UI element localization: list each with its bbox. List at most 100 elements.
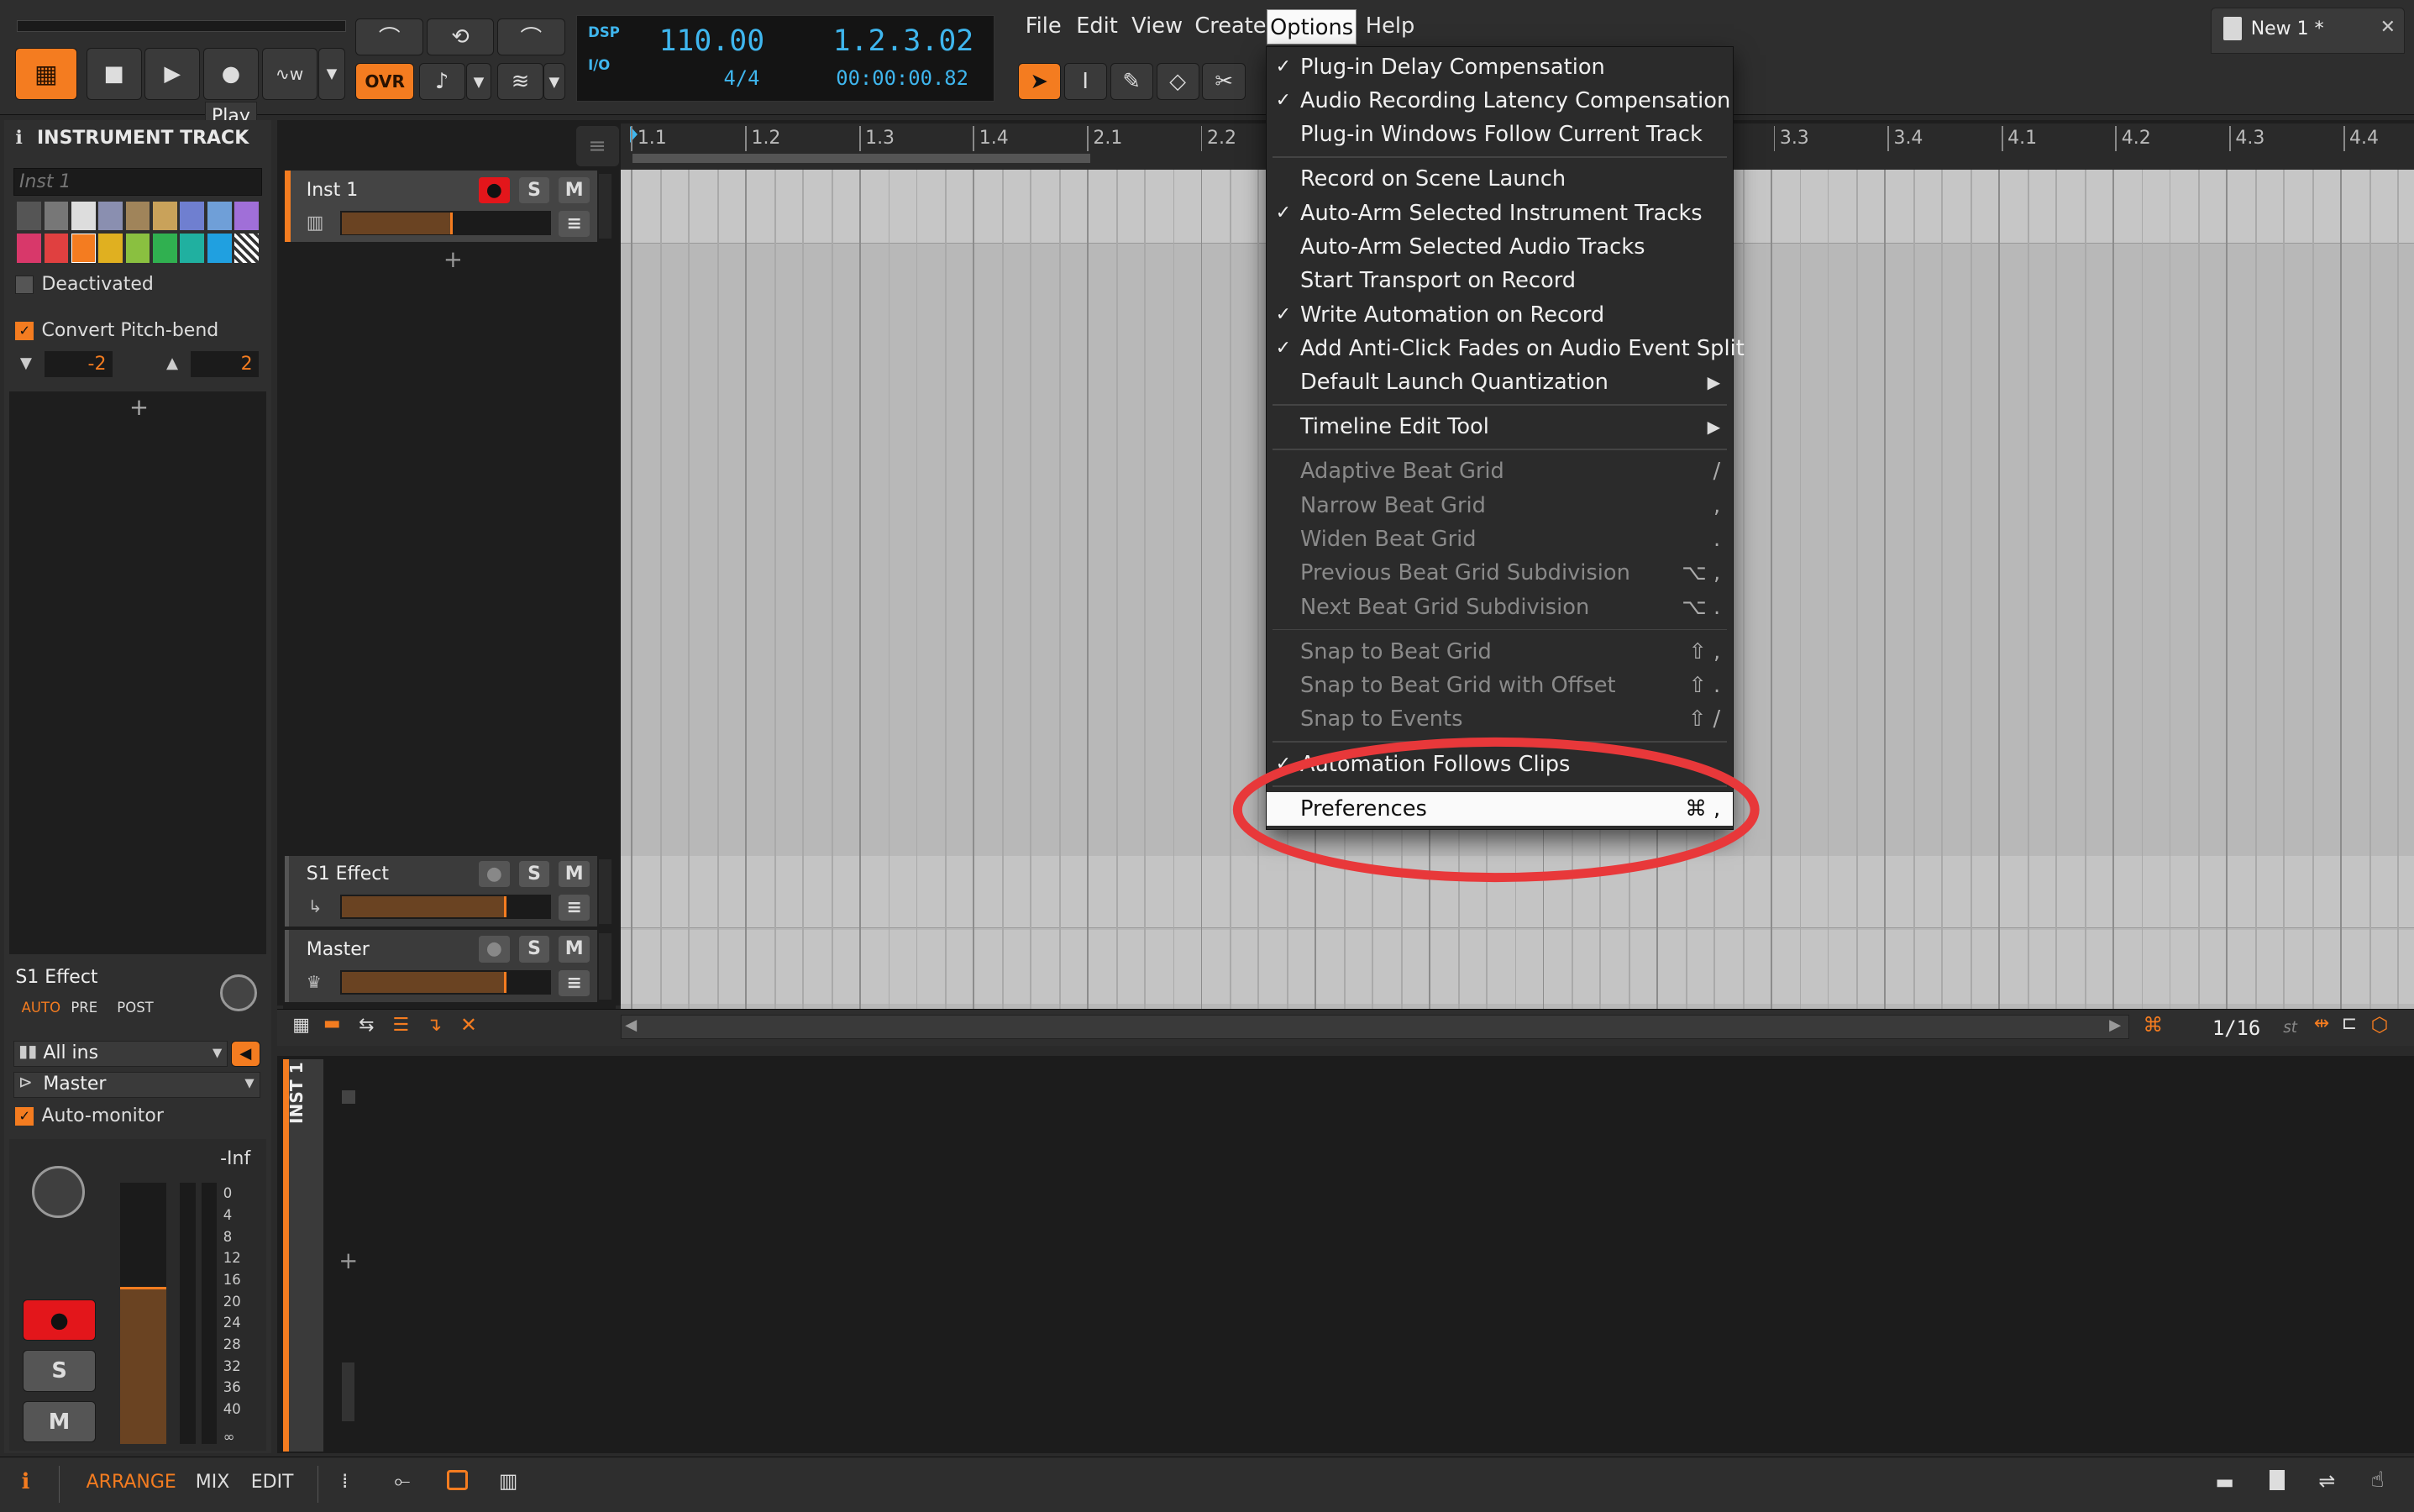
- s1-effect-solo-button[interactable]: S: [518, 860, 550, 887]
- view-arrange-tab[interactable]: ARRANGE: [87, 1472, 176, 1493]
- convert-pitchbend-checkbox[interactable]: ✓: [15, 322, 34, 341]
- menu-item[interactable]: ✓ Audio Recording Latency Compensation: [1267, 84, 1733, 118]
- menu-item[interactable]: Default Launch Quantization ▶: [1267, 365, 1733, 399]
- solo-button[interactable]: S: [23, 1350, 96, 1392]
- clip-view-icon[interactable]: ▦: [292, 1015, 310, 1036]
- track-height-icon[interactable]: ▬: [323, 1013, 341, 1034]
- groove-dropdown[interactable]: ▼: [543, 63, 565, 101]
- stop-button[interactable]: ■: [86, 47, 142, 101]
- groove-button[interactable]: ≋: [497, 63, 543, 101]
- tempo-display[interactable]: 110.00: [659, 24, 764, 58]
- clip-launcher-button[interactable]: ▦: [15, 47, 77, 101]
- send-mode-post[interactable]: POST: [117, 1000, 153, 1016]
- list-icon[interactable]: ☰: [392, 1015, 409, 1036]
- menu-item[interactable]: Plug-in Windows Follow Current Track: [1267, 118, 1733, 151]
- track-name-input[interactable]: [13, 167, 262, 196]
- view-edit-tab[interactable]: EDIT: [251, 1472, 294, 1493]
- zoom-icon[interactable]: ⊏: [2342, 1013, 2357, 1034]
- auto-monitor-checkbox[interactable]: ✓: [15, 1106, 34, 1126]
- time-position-display[interactable]: 00:00:00.82: [836, 66, 968, 90]
- master-scrollbar[interactable]: [598, 932, 611, 1000]
- view-mix-tab[interactable]: MIX: [196, 1472, 230, 1493]
- automation-write-button[interactable]: ∿w: [261, 47, 317, 101]
- position-slider[interactable]: [17, 19, 347, 33]
- metronome-dropdown[interactable]: ▼: [466, 63, 491, 101]
- play-button[interactable]: ▶: [144, 47, 201, 101]
- s1-effect-scrollbar[interactable]: [598, 858, 611, 924]
- menu-edit[interactable]: Edit: [1076, 13, 1118, 39]
- inst1-menu-button[interactable]: ≡: [559, 211, 590, 238]
- eraser-tool-button[interactable]: ◇: [1156, 63, 1199, 101]
- loop-region-bar[interactable]: [632, 154, 1090, 164]
- send-mode-auto[interactable]: AUTO: [22, 1000, 60, 1016]
- browser-folder-icon[interactable]: ▬: [2216, 1470, 2235, 1494]
- s1-effect-record-arm-button[interactable]: ●: [479, 860, 510, 887]
- menu-create[interactable]: Create: [1194, 13, 1266, 39]
- punch-out-button[interactable]: ⌒: [497, 18, 565, 55]
- pointer-tool-button[interactable]: ➤: [1017, 63, 1061, 101]
- pitchbend-down-field[interactable]: -2: [45, 350, 113, 378]
- add-device-icon[interactable]: +: [338, 1247, 358, 1274]
- menu-item[interactable]: Timeline Edit Tool ▶: [1267, 410, 1733, 444]
- device-chain-handle[interactable]: [341, 1362, 354, 1421]
- scroll-left-icon[interactable]: ◀: [625, 1016, 637, 1034]
- menu-help[interactable]: Help: [1366, 13, 1415, 39]
- track-record-arm-button[interactable]: ●: [23, 1299, 96, 1341]
- menu-item[interactable]: Auto-Arm Selected Audio Tracks: [1267, 230, 1733, 264]
- master-mute-button[interactable]: M: [559, 936, 590, 963]
- pan-knob[interactable]: [32, 1165, 85, 1218]
- menu-item[interactable]: Start Transport on Record: [1267, 264, 1733, 297]
- follow-icon[interactable]: ↴: [427, 1015, 442, 1036]
- monitor-speaker-button[interactable]: ◀: [230, 1041, 260, 1068]
- scroll-right-icon[interactable]: ▶: [2109, 1016, 2121, 1034]
- snap-icon[interactable]: ⌘: [2143, 1013, 2163, 1037]
- master-record-arm-button[interactable]: ●: [479, 936, 510, 963]
- punch-in-button[interactable]: ⌒: [355, 18, 424, 55]
- track-color-palette[interactable]: [17, 202, 259, 264]
- project-file-icon[interactable]: [2269, 1470, 2285, 1491]
- send-mode-pre[interactable]: PRE: [71, 1000, 97, 1016]
- master-menu-button[interactable]: ≡: [559, 969, 590, 996]
- knife-tool-button[interactable]: ✂: [1202, 63, 1246, 101]
- automation-editor-icon[interactable]: ⟜: [394, 1469, 410, 1493]
- menu-item[interactable]: ✓ Auto-Arm Selected Instrument Tracks: [1267, 197, 1733, 230]
- close-tab-icon[interactable]: ✕: [2380, 17, 2396, 38]
- grid-resolution[interactable]: 1/16: [2212, 1016, 2260, 1040]
- track-list-menu-button[interactable]: ≡: [575, 126, 619, 166]
- deactivated-checkbox[interactable]: [15, 276, 34, 295]
- zoom-fit-icon[interactable]: ⇹: [2314, 1013, 2329, 1034]
- pencil-tool-button[interactable]: ✎: [1110, 63, 1153, 101]
- menu-item[interactable]: ✓ Write Automation on Record: [1267, 298, 1733, 332]
- menu-item[interactable]: Record on Scene Launch: [1267, 162, 1733, 196]
- record-options-dropdown[interactable]: ▼: [318, 47, 345, 101]
- menu-item[interactable]: ✓ Plug-in Delay Compensation: [1267, 50, 1733, 84]
- inst1-scrollbar[interactable]: [598, 174, 611, 239]
- add-track-icon[interactable]: +: [443, 246, 463, 273]
- inst1-solo-button[interactable]: S: [518, 176, 550, 203]
- arrow-swap-icon[interactable]: ⇆: [359, 1015, 374, 1036]
- cube-icon[interactable]: ⬡: [2371, 1013, 2389, 1037]
- record-button[interactable]: ●: [202, 47, 259, 101]
- send-level-knob[interactable]: [220, 974, 258, 1012]
- inst1-record-arm-button[interactable]: ●: [479, 176, 510, 203]
- pitchbend-up-field[interactable]: 2: [191, 350, 259, 378]
- s1-effect-mute-button[interactable]: M: [559, 860, 590, 887]
- level-meter-right[interactable]: [202, 1182, 218, 1445]
- level-meter-left[interactable]: [180, 1182, 196, 1445]
- horizontal-scrollbar[interactable]: [620, 1014, 2129, 1040]
- s1-effect-menu-button[interactable]: ≡: [559, 894, 590, 921]
- add-icon[interactable]: +: [129, 394, 149, 421]
- delete-x-icon[interactable]: ✕: [460, 1013, 477, 1037]
- menu-file[interactable]: File: [1026, 13, 1062, 39]
- touch-hand-icon[interactable]: ☝: [2371, 1467, 2385, 1493]
- menu-item[interactable]: ✓ Add Anti-Click Fades on Audio Event Spl…: [1267, 332, 1745, 365]
- mixer-panel-icon[interactable]: ▥: [499, 1469, 518, 1493]
- overdub-button[interactable]: OVR: [355, 63, 415, 101]
- menu-view[interactable]: View: [1131, 13, 1183, 39]
- device-panel-icon[interactable]: [446, 1470, 469, 1491]
- mixer-settings-icon[interactable]: ⇌: [2318, 1469, 2335, 1493]
- note-editor-icon[interactable]: ⁞: [342, 1469, 349, 1493]
- inst1-mute-button[interactable]: M: [559, 176, 590, 203]
- loop-button[interactable]: ⟲: [426, 18, 495, 55]
- time-select-tool-button[interactable]: I: [1063, 63, 1107, 101]
